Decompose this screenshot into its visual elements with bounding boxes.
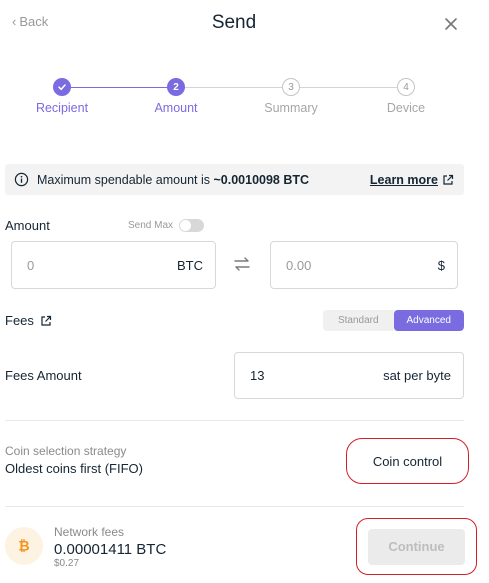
external-link-icon[interactable] <box>40 315 52 327</box>
bitcoin-icon: ₿ <box>5 527 43 565</box>
page-title: Send <box>211 12 257 33</box>
step-recipient-circle <box>53 78 71 96</box>
network-fees-fiat: $0.27 <box>54 558 80 569</box>
continue-button[interactable]: Continue <box>368 528 465 565</box>
step-amount-circle: 2 <box>167 78 185 96</box>
stepper-line-done <box>62 87 176 88</box>
fiat-amount-value: 0.00 <box>286 257 312 273</box>
step-amount-label: Amount <box>154 101 198 115</box>
fiat-unit: $ <box>437 257 445 273</box>
step-device-circle: 4 <box>397 78 415 96</box>
fees-header: Fees <box>5 313 52 328</box>
swap-icon[interactable] <box>233 255 251 273</box>
fee-mode-standard[interactable]: Standard <box>323 310 394 331</box>
check-icon <box>58 84 66 91</box>
banner-prefix: Maximum spendable amount is <box>37 172 214 187</box>
crypto-unit: BTC <box>177 257 203 273</box>
step-summary-circle: 3 <box>282 78 300 96</box>
banner-message: Maximum spendable amount is ~0.0010098 B… <box>37 173 309 187</box>
send-max: Send Max <box>128 219 205 232</box>
svg-text:₿: ₿ <box>18 539 29 555</box>
send-max-toggle[interactable] <box>179 219 205 232</box>
fee-mode-switch: Standard Advanced <box>323 310 464 331</box>
send-max-label: Send Max <box>128 220 174 231</box>
close-icon <box>445 18 457 30</box>
fees-amount-input[interactable]: 13 sat per byte <box>234 352 464 399</box>
step-recipient-label: Recipient <box>35 101 89 115</box>
coin-control-button[interactable]: Coin control <box>346 438 469 484</box>
continue-highlight: Continue <box>356 518 477 575</box>
banner-amount: ~0.0010098 BTC <box>213 172 310 187</box>
learn-more-label: Learn more <box>369 172 438 187</box>
section-divider <box>5 420 464 421</box>
external-link-icon <box>443 174 454 185</box>
network-fees-value: 0.00001411 BTC <box>54 541 167 558</box>
step-summary-label: Summary <box>264 101 318 115</box>
crypto-amount-value: 0 <box>27 257 35 273</box>
fees-label: Fees <box>5 313 34 328</box>
crypto-amount-input[interactable]: 0 BTC <box>11 241 216 289</box>
network-fees-label: Network fees <box>54 525 125 539</box>
max-spendable-banner: Maximum spendable amount is ~0.0010098 B… <box>5 164 464 195</box>
fiat-amount-input[interactable]: 0.00 $ <box>270 241 458 289</box>
step-device-label: Device <box>386 101 426 115</box>
coin-selection-label: Coin selection strategy <box>5 444 127 458</box>
info-icon <box>14 172 29 187</box>
fees-amount-label: Fees Amount <box>5 368 82 383</box>
amount-label: Amount <box>5 218 50 233</box>
coin-selection-value: Oldest coins first (FIFO) <box>5 461 143 476</box>
learn-more-link[interactable]: Learn more <box>370 173 454 187</box>
bitcoin-glyph: ₿ <box>14 536 34 556</box>
fees-unit: sat per byte <box>383 368 451 383</box>
footer-divider <box>5 506 464 507</box>
fee-mode-advanced[interactable]: Advanced <box>393 310 464 331</box>
close-button[interactable] <box>440 13 462 35</box>
fees-amount-value: 13 <box>250 368 265 383</box>
